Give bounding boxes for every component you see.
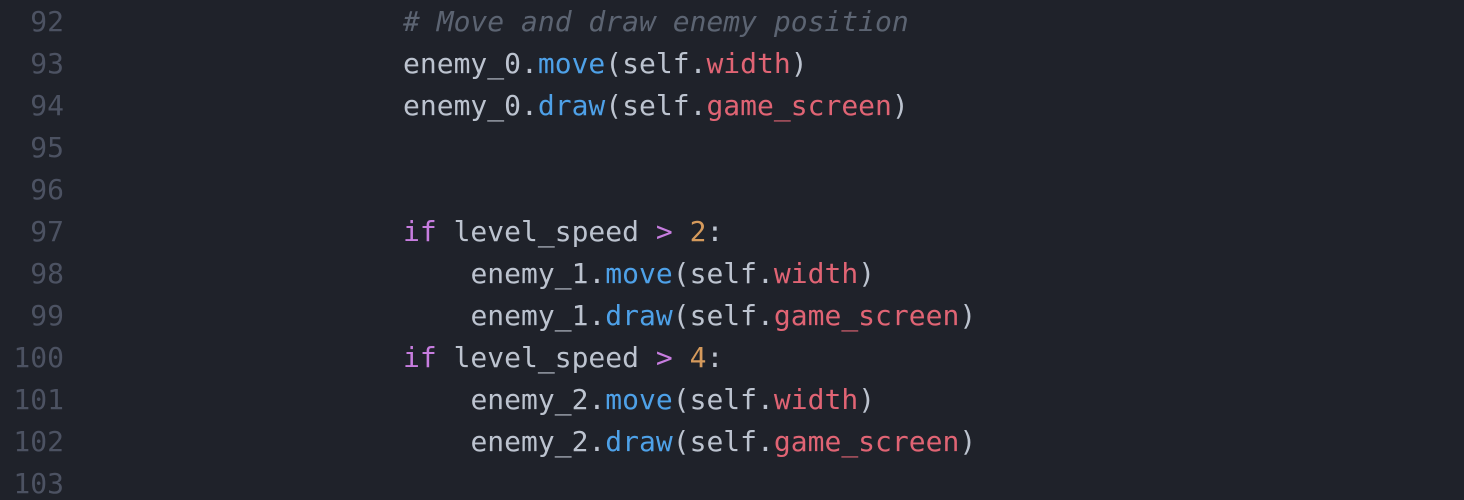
code-line[interactable]: 100 if level_speed > 4: <box>0 337 1464 379</box>
code-token-method: draw <box>605 299 673 332</box>
code-token-attr: width <box>706 47 791 80</box>
code-token-text: ) <box>858 383 876 416</box>
code-token-text: level_speed <box>436 341 656 374</box>
code-token-method: draw <box>605 425 673 458</box>
code-line[interactable]: 97 if level_speed > 2: <box>0 211 1464 253</box>
code-token-method: move <box>605 257 673 290</box>
code-token-text: enemy_1. <box>470 257 606 290</box>
code-token-text: enemy_1. <box>470 299 606 332</box>
code-token-text: ) <box>959 425 977 458</box>
code-token-text: ) <box>891 89 909 122</box>
line-number: 99 <box>30 299 64 332</box>
code-line[interactable]: 99 enemy_1.draw(self.game_screen) <box>0 295 1464 337</box>
code-token-attr: width <box>773 383 859 416</box>
code-editor[interactable]: 92 # Move and draw enemy position 93 enemy_… <box>0 0 1464 500</box>
code-token-text: (self. <box>605 89 707 122</box>
code-token-comment: # Move and draw enemy position <box>403 5 909 38</box>
code-line[interactable]: 96 <box>0 169 1464 211</box>
line-number: 93 <box>30 47 64 80</box>
code-token-text: ) <box>959 299 977 332</box>
code-token-attr: game_screen <box>773 425 960 458</box>
code-token-text: level_speed <box>436 215 656 248</box>
code-token-text: (self. <box>672 257 774 290</box>
code-token-text: (self. <box>672 299 774 332</box>
line-number: 102 <box>13 425 64 458</box>
code-token-attr: width <box>773 257 859 290</box>
code-token-keyword: if <box>403 341 437 374</box>
code-token-text: enemy_0. <box>403 47 538 80</box>
code-token-operator: > <box>655 341 673 374</box>
code-token-text: enemy_0. <box>403 89 538 122</box>
code-token-method: draw <box>537 89 606 122</box>
line-code: enemy_0.move(self.width) <box>403 43 808 85</box>
code-token-text: enemy_2. <box>470 425 606 458</box>
code-token-attr: game_screen <box>706 89 892 122</box>
line-number: 103 <box>13 467 64 500</box>
code-line[interactable]: 95 <box>0 127 1464 169</box>
code-line[interactable]: 102 enemy_2.draw(self.game_screen) <box>0 421 1464 463</box>
line-number: 101 <box>13 383 64 416</box>
line-number: 97 <box>30 215 64 248</box>
line-code: if level_speed > 4: <box>403 337 723 379</box>
line-code: enemy_1.move(self.width) <box>403 253 875 295</box>
line-code: # Move and draw enemy position <box>403 1 909 43</box>
code-token-text: (self. <box>672 425 774 458</box>
code-line[interactable]: 92 # Move and draw enemy position <box>0 1 1464 43</box>
code-line[interactable]: 98 enemy_1.move(self.width) <box>0 253 1464 295</box>
code-token-text: ) <box>790 47 808 80</box>
code-token-text: ) <box>858 257 876 290</box>
code-token-text: : <box>706 215 724 248</box>
code-token-text: (self. <box>672 383 774 416</box>
code-token-attr: game_screen <box>773 299 960 332</box>
line-number: 98 <box>30 257 64 290</box>
code-token-method: move <box>537 47 606 80</box>
code-token-number: 4 <box>689 341 707 374</box>
line-number: 92 <box>30 5 64 38</box>
line-number: 94 <box>30 89 64 122</box>
line-code: enemy_1.draw(self.game_screen) <box>403 295 976 337</box>
line-code: enemy_0.draw(self.game_screen) <box>403 85 909 127</box>
line-code: enemy_2.move(self.width) <box>403 379 875 421</box>
code-token-operator: > <box>655 215 673 248</box>
code-line[interactable]: 101 enemy_2.move(self.width) <box>0 379 1464 421</box>
line-code: enemy_2.draw(self.game_screen) <box>403 421 976 463</box>
code-token-method: move <box>605 383 673 416</box>
line-number: 100 <box>13 341 64 374</box>
line-number: 96 <box>30 173 64 206</box>
code-line[interactable]: 93 enemy_0.move(self.width) <box>0 43 1464 85</box>
line-number: 95 <box>30 131 64 164</box>
code-line[interactable]: 103 <box>0 463 1464 500</box>
code-token-text: (self. <box>605 47 707 80</box>
line-code: if level_speed > 2: <box>403 211 723 253</box>
code-token-text: : <box>706 341 724 374</box>
code-token-keyword: if <box>403 215 437 248</box>
code-token-text: enemy_2. <box>470 383 606 416</box>
code-token-number: 2 <box>689 215 707 248</box>
code-line[interactable]: 94 enemy_0.draw(self.game_screen) <box>0 85 1464 127</box>
